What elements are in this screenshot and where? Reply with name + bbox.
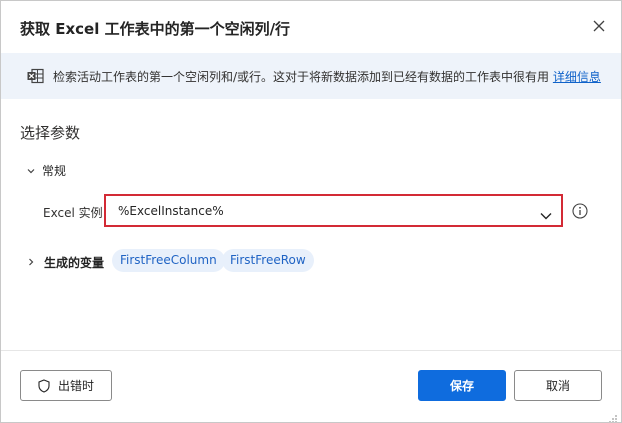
- info-banner: 检索活动工作表的第一个空闲列和/或行。这对于将新数据添加到已经有数据的工作表中很…: [1, 53, 621, 99]
- excel-instance-select[interactable]: %ExcelInstance%: [104, 194, 563, 227]
- general-group-toggle[interactable]: 常规: [26, 162, 66, 179]
- general-group-label: 常规: [42, 164, 67, 178]
- excel-icon: [27, 68, 44, 84]
- section-title: 选择参数: [20, 124, 81, 142]
- excel-instance-value: %ExcelInstance%: [118, 204, 224, 218]
- variable-pill-first-free-column[interactable]: FirstFreeColumn: [112, 249, 225, 272]
- variable-pill-first-free-row[interactable]: FirstFreeRow: [222, 249, 314, 272]
- banner-text: 检索活动工作表的第一个空闲列和/或行。这对于将新数据添加到已经有数据的工作表中很…: [53, 68, 601, 85]
- shield-icon: [38, 378, 50, 393]
- banner-description: 检索活动工作表的第一个空闲列和/或行。这对于将新数据添加到已经有数据的工作表中很…: [53, 70, 550, 84]
- on-error-button[interactable]: 出错时: [20, 370, 112, 401]
- more-info-link[interactable]: 详细信息: [553, 70, 601, 84]
- on-error-label: 出错时: [57, 379, 94, 393]
- footer-divider: [1, 350, 621, 351]
- excel-instance-label: Excel 实例:: [43, 206, 107, 220]
- close-icon[interactable]: [591, 18, 607, 34]
- info-icon[interactable]: [572, 203, 588, 219]
- chevron-right-icon: [29, 258, 34, 266]
- dialog: 获取 Excel 工作表中的第一个空闲列/行 检索活动工作表的第一个空闲列和/或…: [0, 0, 622, 423]
- save-button[interactable]: 保存: [418, 370, 506, 401]
- chevron-down-icon: [27, 168, 35, 173]
- chevron-down-icon: [540, 206, 552, 225]
- resize-grip-icon[interactable]: [608, 409, 618, 422]
- cancel-button[interactable]: 取消: [514, 370, 602, 401]
- variables-group-toggle[interactable]: 生成的变量: [26, 251, 104, 273]
- variables-group-label: 生成的变量: [44, 255, 105, 270]
- dialog-title: 获取 Excel 工作表中的第一个空闲列/行: [20, 20, 291, 38]
